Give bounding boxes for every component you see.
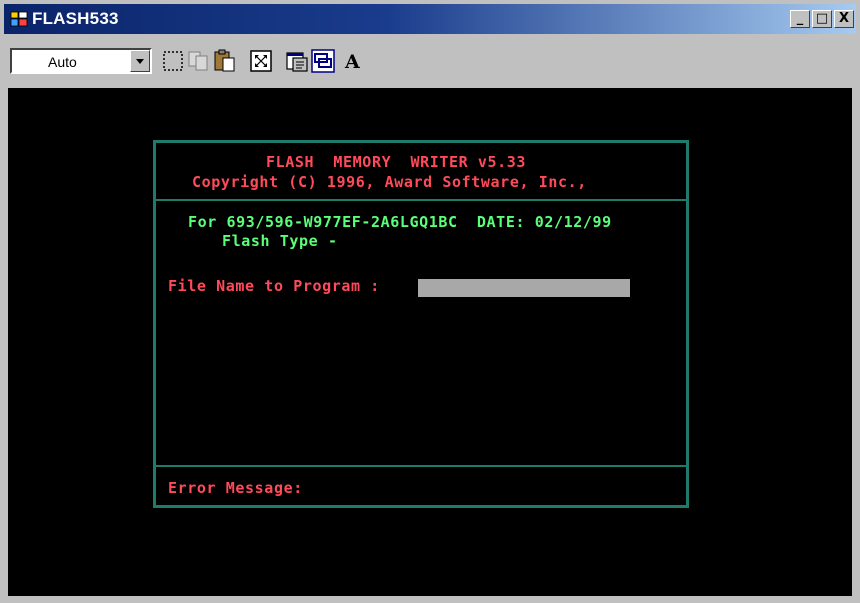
file-name-label: File Name to Program : — [168, 277, 380, 295]
paste-button[interactable] — [212, 47, 238, 75]
mark-button[interactable] — [160, 47, 186, 75]
flash-type-label: Flash Type - — [222, 232, 338, 250]
copy-icon — [188, 51, 208, 71]
properties-icon — [286, 52, 308, 72]
font-size-value: Auto — [48, 54, 77, 70]
font-size-select[interactable]: Auto — [10, 48, 152, 74]
toolbar: Auto A — [4, 38, 856, 82]
window-bottom-border — [0, 596, 860, 603]
minimize-button[interactable]: _ — [790, 10, 810, 28]
background-button[interactable] — [310, 47, 336, 75]
program-title: FLASH MEMORY WRITER v5.33 — [266, 153, 527, 171]
font-icon: A — [344, 51, 360, 73]
divider-bottom — [156, 465, 686, 467]
flash-writer-panel: FLASH MEMORY WRITER v5.33 Copyright (C) … — [153, 140, 689, 508]
fullscreen-button[interactable] — [248, 47, 274, 75]
console-area[interactable]: FLASH MEMORY WRITER v5.33 Copyright (C) … — [8, 88, 852, 596]
divider-top — [156, 199, 686, 201]
file-name-input[interactable] — [418, 279, 630, 297]
font-glyph: A — [344, 51, 360, 73]
background-icon — [311, 49, 335, 73]
window-title: FLASH533 — [32, 9, 119, 28]
copyright-text: Copyright (C) 1996, Award Software, Inc.… — [192, 173, 587, 191]
font-button[interactable]: A — [340, 47, 366, 75]
app-icon — [10, 10, 28, 28]
fullscreen-icon — [250, 50, 272, 72]
chevron-down-icon[interactable] — [130, 50, 150, 72]
close-button[interactable]: X — [834, 10, 854, 28]
dos-window: FLASH533 _ □ X Auto A FLASH MEMORY WRITE… — [0, 0, 860, 603]
maximize-button[interactable]: □ — [812, 10, 832, 28]
paste-icon — [214, 49, 235, 72]
mark-icon — [163, 51, 183, 71]
properties-button[interactable] — [284, 47, 310, 75]
title-bar[interactable]: FLASH533 _ □ X — [4, 4, 856, 34]
error-message-label: Error Message: — [168, 479, 303, 497]
board-info: For 693/596-W977EF-2A6LGQ1BC DATE: 02/12… — [188, 213, 612, 231]
copy-button[interactable] — [186, 47, 212, 75]
